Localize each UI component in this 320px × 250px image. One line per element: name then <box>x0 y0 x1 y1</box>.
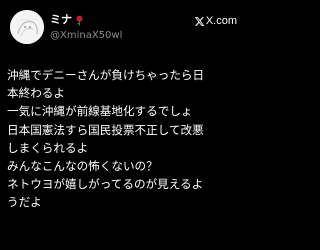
post-line: 一気に沖縄が前線基地化するでしょ <box>7 104 193 119</box>
post-line: しまくられるよ <box>7 140 89 155</box>
display-name[interactable]: ミナ <box>50 13 72 27</box>
avatar[interactable] <box>10 10 44 44</box>
author-handle[interactable]: @XminaX50wl <box>50 30 122 42</box>
avatar-image <box>10 10 44 44</box>
brand[interactable]: X.com <box>194 14 237 28</box>
author-name-row: ミナ <box>50 13 85 27</box>
post-text: 沖縄でデニーさんが負けちゃったら日 本終わるよ 一気に沖縄が前線基地化するでしょ… <box>7 66 245 212</box>
post-card: ミナ @XminaX50wl X.com 沖縄でデニーさんが負けちゃったら日 本… <box>0 0 249 250</box>
post-line: ネトウヨが嬉しがってるのが見えるよ <box>7 177 204 192</box>
post-line: みんなこんなの怖くないの？ <box>7 159 158 174</box>
post-line: うだよ <box>7 195 42 210</box>
x-logo-icon <box>194 16 205 27</box>
brand-label: X.com <box>205 15 237 27</box>
post-header: ミナ @XminaX50wl X.com <box>0 0 249 56</box>
post-line: 本終わるよ <box>7 86 65 101</box>
post-line: 沖縄でデニーさんが負けちゃったら日 <box>7 68 205 82</box>
rose-icon <box>74 15 85 26</box>
post-line: 日本国憲法すら国民投票不正して改悪 <box>7 122 204 137</box>
